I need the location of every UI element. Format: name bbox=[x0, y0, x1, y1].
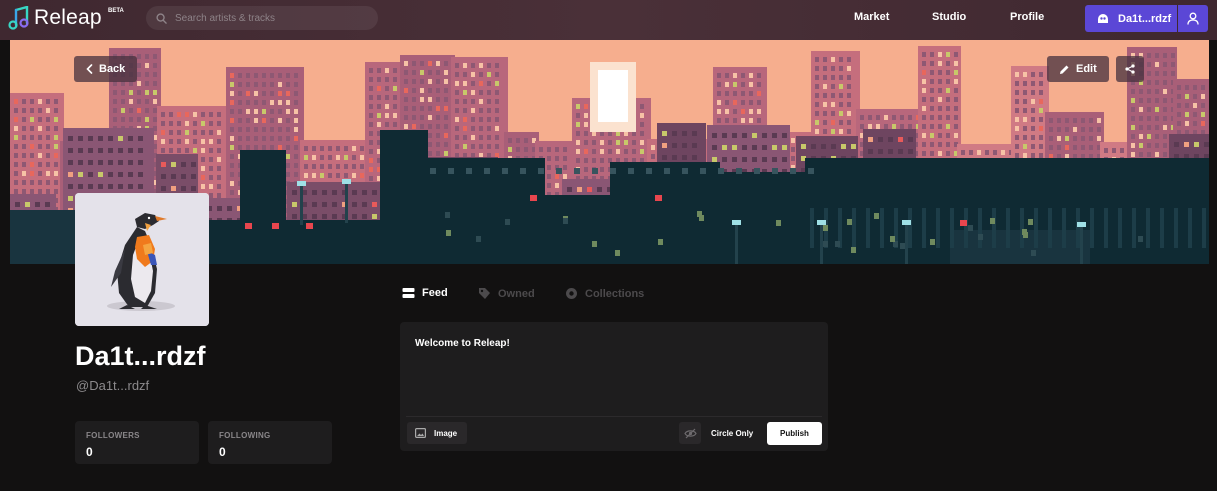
following-stat[interactable]: FOLLOWING 0 bbox=[208, 421, 332, 464]
tab-collections[interactable]: Collections bbox=[565, 287, 644, 300]
visibility-toggle-button[interactable] bbox=[679, 422, 701, 444]
user-account-name: Da1t...rdzf bbox=[1118, 12, 1172, 25]
profile-display-name: Da1t...rdzf bbox=[75, 341, 206, 371]
nav-market-link[interactable]: Market bbox=[854, 11, 889, 23]
search-icon bbox=[156, 12, 167, 24]
tab-feed-label: Feed bbox=[422, 287, 448, 299]
profile-avatar bbox=[75, 193, 209, 326]
followers-label: FOLLOWERS bbox=[86, 431, 140, 440]
music-note-logo-icon bbox=[8, 6, 29, 30]
eye-off-icon bbox=[683, 428, 697, 438]
account-menu-button[interactable] bbox=[1178, 5, 1208, 32]
beta-badge: BETA bbox=[108, 8, 124, 14]
search-bar[interactable] bbox=[146, 6, 378, 30]
nav-profile-link[interactable]: Profile bbox=[1010, 11, 1044, 23]
tab-collections-label: Collections bbox=[585, 287, 645, 300]
followers-stat[interactable]: FOLLOWERS 0 bbox=[75, 421, 199, 464]
following-label: FOLLOWING bbox=[219, 431, 271, 440]
share-icon bbox=[1125, 64, 1135, 74]
brand-logo[interactable]: Releap BETA bbox=[8, 6, 124, 30]
composer-divider bbox=[406, 416, 822, 417]
tab-owned-label: Owned bbox=[498, 287, 535, 300]
tab-owned[interactable]: Owned bbox=[478, 287, 535, 300]
penguin-avatar-image bbox=[75, 193, 209, 326]
top-navigation-bar: Releap BETA Market Studio Profile Da1t..… bbox=[0, 0, 1217, 40]
user-icon bbox=[1187, 12, 1199, 25]
publish-button[interactable]: Publish bbox=[767, 422, 822, 445]
image-icon bbox=[415, 428, 426, 438]
user-account-button[interactable]: Da1t...rdzf bbox=[1085, 5, 1177, 32]
tab-feed[interactable]: Feed bbox=[402, 287, 448, 299]
tag-icon bbox=[479, 288, 490, 299]
ghost-avatar-icon bbox=[1098, 14, 1108, 23]
brand-name: Releap bbox=[34, 6, 102, 29]
collections-icon bbox=[566, 288, 577, 299]
edit-button-label: Edit bbox=[1076, 63, 1097, 75]
feed-icon bbox=[402, 288, 415, 298]
attach-image-button[interactable]: Image bbox=[407, 422, 467, 444]
pencil-icon bbox=[1060, 65, 1069, 74]
share-button[interactable] bbox=[1116, 56, 1144, 82]
followers-count: 0 bbox=[86, 445, 93, 459]
back-button[interactable]: Back bbox=[74, 56, 138, 82]
circle-only-label: Circle Only bbox=[711, 429, 754, 438]
nav-studio-link[interactable]: Studio bbox=[932, 11, 966, 23]
attach-image-label: Image bbox=[434, 428, 458, 438]
edit-button[interactable]: Edit bbox=[1047, 56, 1109, 82]
search-input[interactable] bbox=[175, 12, 365, 24]
post-text-input[interactable] bbox=[400, 322, 828, 414]
chevron-left-icon bbox=[86, 64, 93, 74]
back-button-label: Back bbox=[99, 63, 126, 75]
profile-handle: @Da1t...rdzf bbox=[76, 378, 150, 393]
following-count: 0 bbox=[219, 445, 226, 459]
